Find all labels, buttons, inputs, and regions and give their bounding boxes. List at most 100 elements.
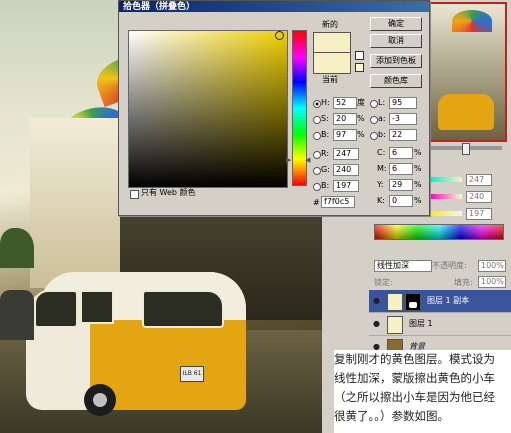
radio-rgb-b[interactable] — [313, 183, 321, 191]
hue-slider-left-arrow[interactable]: ▶ — [286, 156, 291, 164]
radio-lab-b[interactable] — [370, 132, 378, 140]
ok-button[interactable]: 确定 — [370, 17, 422, 31]
dark-car — [0, 290, 34, 340]
new-color-swatch — [313, 32, 351, 53]
cube-icon[interactable] — [355, 51, 364, 60]
color-libraries-button[interactable]: 颜色库 — [370, 74, 422, 88]
k-unit: % — [414, 196, 422, 205]
radio-h[interactable] — [313, 100, 321, 108]
hex-prefix: # — [313, 198, 320, 207]
rgb-b-label: B: — [321, 181, 330, 190]
radio-r[interactable] — [313, 151, 321, 159]
color-value-b[interactable]: 197 — [466, 208, 492, 220]
color-selector-ring[interactable] — [275, 31, 284, 40]
cancel-button[interactable]: 取消 — [370, 34, 422, 48]
b-input[interactable]: 97 — [333, 129, 357, 141]
layer-name: 图层 1 — [409, 319, 433, 328]
y-input[interactable]: 29 — [389, 179, 413, 191]
lock-label: 锁定: — [374, 278, 393, 287]
caption-line: 复制刚才的黄色图层。模式设为 — [334, 352, 495, 366]
y-unit: % — [414, 180, 422, 189]
k-label: K: — [377, 196, 385, 205]
caption-line: 很黄了。。）参数如图。 — [334, 409, 449, 423]
navigator-umbrella-icon — [452, 10, 492, 32]
l-label: L: — [378, 98, 386, 107]
caption-line: （之所以擦出小车是因为他已经 — [334, 390, 495, 404]
fill-input[interactable]: 100% — [478, 276, 506, 288]
r-label: R: — [321, 149, 330, 158]
b-label: B: — [321, 130, 330, 139]
navigator-bus-icon — [438, 94, 494, 130]
zoom-slider-thumb[interactable] — [462, 143, 470, 155]
radio-l[interactable] — [370, 100, 378, 108]
web-only-label: 只有 Web 颜色 — [141, 188, 196, 197]
g-label: G: — [321, 165, 330, 174]
radio-g[interactable] — [313, 167, 321, 175]
s-label: S: — [321, 114, 329, 123]
a-label: a: — [378, 114, 386, 123]
radio-b[interactable] — [313, 132, 321, 140]
trees — [0, 228, 34, 268]
color-slider-g[interactable] — [430, 194, 462, 199]
opacity-input[interactable]: 100% — [478, 260, 506, 272]
radio-a[interactable] — [370, 116, 378, 124]
c-input[interactable]: 6 — [389, 147, 413, 159]
rgb-b-input[interactable]: 197 — [333, 180, 359, 192]
h-label: H: — [321, 98, 330, 107]
current-color-label: 当前 — [322, 75, 338, 84]
license-plate: ILB 61 — [180, 366, 204, 382]
c-label: C: — [377, 148, 386, 157]
l-input[interactable]: 95 — [389, 97, 417, 109]
mask-shape — [409, 302, 417, 308]
navigator-thumbnail — [426, 2, 507, 142]
visibility-eye-icon[interactable]: ● — [373, 319, 380, 328]
web-safe-swatch[interactable] — [355, 63, 364, 72]
r-input[interactable]: 247 — [333, 148, 359, 160]
layer-thumbnail — [387, 293, 403, 311]
dialog-titlebar[interactable]: 拾色器（拼叠色） — [119, 1, 429, 12]
layer-thumbnail — [387, 316, 403, 334]
layer-mask-thumbnail — [405, 293, 421, 311]
layer-row-copy[interactable]: ● 图层 1 副本 — [369, 290, 511, 313]
bus-hub-front — [93, 393, 107, 407]
bus-window-2 — [142, 290, 224, 328]
opacity-label: 不透明度: — [432, 261, 467, 270]
add-to-swatches-button[interactable]: 添加到色板 — [370, 54, 422, 68]
color-slider-b[interactable] — [430, 211, 462, 216]
saturation-brightness-field[interactable] — [128, 30, 288, 188]
license-plate-text: ILB 61 — [182, 370, 202, 377]
c-unit: % — [414, 148, 422, 157]
fill-label: 填充: — [454, 278, 473, 287]
s-unit: % — [357, 114, 365, 123]
blend-mode-select[interactable]: 线性加深 — [374, 260, 432, 272]
current-color-swatch[interactable] — [313, 52, 351, 74]
caption-line: 线性加深，蒙版擦出黄色的小车 — [334, 371, 495, 385]
radio-s[interactable] — [313, 116, 321, 124]
layer-name: 图层 1 副本 — [427, 296, 470, 305]
h-unit: 度 — [357, 98, 365, 107]
color-slider-r[interactable] — [430, 177, 462, 182]
layer-row-1[interactable]: ● 图层 1 — [369, 313, 511, 336]
m-input[interactable]: 6 — [389, 163, 413, 175]
tutorial-caption: 复制刚才的黄色图层。模式设为 线性加深，蒙版擦出黄色的小车 （之所以擦出小车是因… — [334, 350, 511, 433]
web-only-checkbox[interactable] — [130, 190, 139, 199]
hue-slider-right-arrow[interactable]: ◀ — [305, 156, 310, 164]
b-unit: % — [357, 130, 365, 139]
m-label: M: — [377, 164, 387, 173]
s-input[interactable]: 20 — [333, 113, 357, 125]
k-input[interactable]: 0 — [389, 195, 413, 207]
color-value-g[interactable]: 240 — [466, 191, 492, 203]
h-input[interactable]: 52 — [333, 97, 357, 109]
color-spectrum-ramp[interactable] — [374, 224, 504, 240]
g-input[interactable]: 240 — [333, 164, 359, 176]
bus-window-1 — [80, 290, 114, 324]
lab-b-label: b: — [378, 130, 386, 139]
color-value-r[interactable]: 247 — [466, 174, 492, 186]
hex-input[interactable]: f7f0c5 — [321, 196, 355, 208]
building — [30, 118, 122, 288]
lab-b-input[interactable]: 22 — [389, 129, 417, 141]
new-color-label: 新的 — [322, 20, 338, 29]
visibility-eye-icon[interactable]: ● — [373, 296, 380, 305]
color-picker-dialog: 拾色器（拼叠色） ▶ ◀ 新的 当前 确定 取消 添加到色板 颜色库 H: 52… — [118, 0, 430, 216]
a-input[interactable]: -3 — [389, 113, 417, 125]
